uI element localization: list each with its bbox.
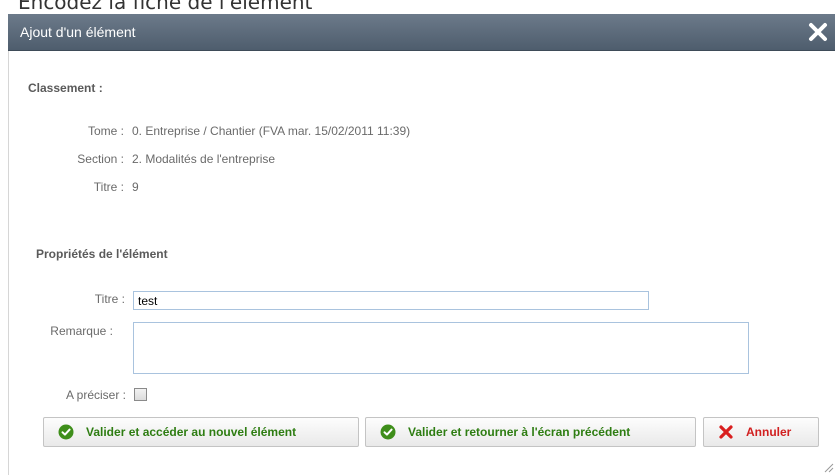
cancel-button[interactable]: Annuler xyxy=(703,417,819,447)
titre-field-label: Titre : xyxy=(94,292,125,306)
preciser-label: A préciser : xyxy=(65,388,126,402)
dialog-titlebar[interactable]: Ajout d'un élément xyxy=(8,14,835,51)
section-value: 2. Modalités de l'entreprise xyxy=(132,152,276,166)
validate-new-label: Valider et accéder au nouvel élément xyxy=(86,425,297,439)
titre-input[interactable] xyxy=(133,291,649,310)
dialog-body: Classement : Tome : 0. Entreprise / Chan… xyxy=(8,51,835,475)
cancel-x-icon xyxy=(718,424,734,440)
check-circle-icon xyxy=(58,424,74,440)
check-circle-icon xyxy=(380,424,396,440)
tome-value: 0. Entreprise / Chantier (FVA mar. 15/02… xyxy=(132,124,411,138)
proprietes-heading: Propriétés de l'élément xyxy=(36,247,168,261)
titre-label: Titre : xyxy=(93,180,124,194)
dialog-title: Ajout d'un élément xyxy=(20,24,136,40)
validate-new-button[interactable]: Valider et accéder au nouvel élément xyxy=(43,417,359,447)
close-icon[interactable] xyxy=(805,19,831,45)
remarque-textarea[interactable] xyxy=(133,322,749,374)
validate-back-button[interactable]: Valider et retourner à l'écran précédent xyxy=(365,417,696,447)
classement-heading: Classement : xyxy=(28,81,103,95)
tome-label: Tome : xyxy=(87,124,124,138)
resize-grip-icon[interactable] xyxy=(822,461,834,473)
validate-back-label: Valider et retourner à l'écran précédent xyxy=(408,425,631,439)
cancel-label: Annuler xyxy=(746,425,792,439)
page-caption: Encodez la fiche de l'élément xyxy=(18,0,313,14)
section-label: Section : xyxy=(77,152,124,166)
remarque-label: Remarque : xyxy=(50,324,113,338)
preciser-checkbox[interactable] xyxy=(134,388,147,401)
titre-value: 9 xyxy=(132,180,139,194)
